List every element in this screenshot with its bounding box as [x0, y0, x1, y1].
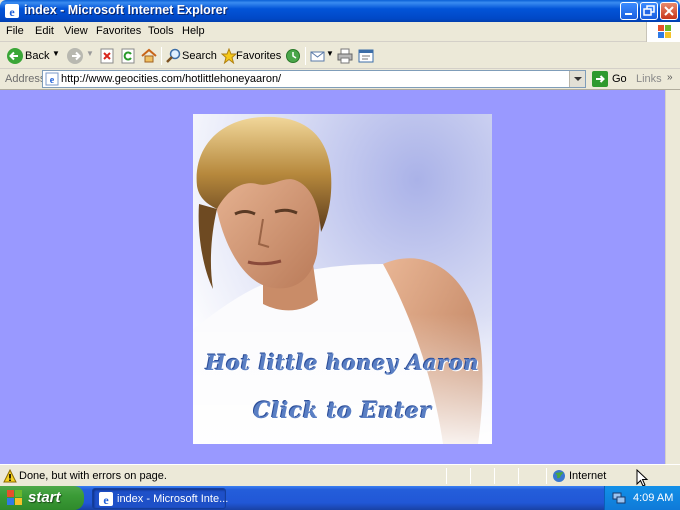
- history-icon: [286, 49, 300, 63]
- enter-banner-image[interactable]: Hot little honey Aaron Click to Enter: [193, 114, 492, 444]
- enter-link[interactable]: Click to Enter: [193, 398, 492, 424]
- chevron-down-icon[interactable]: ▼: [86, 49, 94, 58]
- address-bar: Address e http://www.geocities.com/hotli…: [0, 69, 680, 90]
- toolbar-separator: [161, 47, 162, 65]
- back-arrow-icon: [7, 48, 23, 64]
- windows-flag-icon: [7, 490, 22, 505]
- portrait-photo: [193, 114, 492, 444]
- status-separator: [446, 468, 447, 484]
- search-label: Search: [182, 50, 217, 62]
- status-separator: [546, 468, 547, 484]
- svg-text:e: e: [103, 493, 109, 507]
- menu-tools[interactable]: Tools: [148, 25, 174, 37]
- status-separator: [494, 468, 495, 484]
- globe-icon: [553, 470, 565, 482]
- mail-button[interactable]: ▼: [309, 46, 334, 66]
- ie-icon: e: [5, 4, 19, 19]
- edit-page-icon: [358, 49, 374, 63]
- address-dropdown[interactable]: [569, 71, 585, 87]
- svg-text:e: e: [50, 75, 55, 86]
- mouse-cursor-icon: [636, 469, 649, 487]
- search-button[interactable]: Search: [165, 46, 217, 66]
- windows-logo: [646, 22, 680, 42]
- warning-icon[interactable]: [3, 469, 17, 483]
- vertical-scrollbar[interactable]: [665, 90, 680, 464]
- favorites-button[interactable]: Favorites: [220, 46, 282, 66]
- forward-button[interactable]: ▼: [64, 46, 94, 66]
- go-button[interactable]: Go: [592, 71, 632, 89]
- status-bar: Done, but with errors on page. Internet: [0, 464, 680, 487]
- title-bar: e index - Microsoft Internet Explorer: [0, 0, 680, 22]
- menu-bar: File Edit View Favorites Tools Help: [0, 22, 680, 42]
- go-label: Go: [612, 73, 627, 85]
- start-label: start: [28, 489, 61, 506]
- edit-page-button[interactable]: [357, 46, 375, 66]
- start-button[interactable]: start: [0, 486, 84, 510]
- chevron-down-icon[interactable]: ▼: [326, 49, 334, 58]
- page-icon: e: [45, 72, 59, 86]
- printer-icon: [337, 48, 353, 64]
- security-zone: Internet: [569, 470, 607, 482]
- favorites-label: Favorites: [236, 50, 282, 62]
- home-button[interactable]: [140, 46, 158, 66]
- menu-view[interactable]: View: [64, 25, 88, 37]
- ie-icon: e: [99, 492, 113, 507]
- minimize-button[interactable]: [620, 2, 638, 20]
- clock[interactable]: 4:09 AM: [633, 492, 673, 504]
- mail-icon: [310, 51, 325, 62]
- menu-favorites[interactable]: Favorites: [96, 25, 141, 37]
- go-arrow-icon: [592, 71, 608, 87]
- status-separator: [518, 468, 519, 484]
- toolbar-separator: [305, 47, 306, 65]
- minimize-icon: [625, 13, 632, 15]
- svg-text:e: e: [9, 5, 15, 19]
- standard-toolbar: Back ▼ ▼ Search Favorites ▼: [0, 43, 680, 69]
- taskbar-item-label: index - Microsoft Inte...: [117, 493, 229, 505]
- menu-help[interactable]: Help: [182, 25, 205, 37]
- windows-flag-icon: [658, 25, 671, 38]
- taskbar-ie-window[interactable]: e index - Microsoft Inte...: [92, 488, 229, 509]
- refresh-button[interactable]: [119, 46, 137, 66]
- close-icon: [664, 6, 674, 16]
- star-icon: [221, 48, 237, 64]
- maximize-button[interactable]: [640, 2, 658, 20]
- status-separator: [470, 468, 471, 484]
- menu-file[interactable]: File: [6, 25, 24, 37]
- stop-button[interactable]: [98, 46, 116, 66]
- status-text: Done, but with errors on page.: [19, 470, 167, 482]
- banner-title: Hot little honey Aaron: [205, 350, 480, 375]
- chevron-right-icon[interactable]: »: [667, 72, 673, 83]
- search-icon: [166, 48, 181, 63]
- forward-arrow-icon: [67, 48, 83, 64]
- system-tray: 4:09 AM: [604, 486, 680, 510]
- history-button[interactable]: [284, 46, 302, 66]
- print-button[interactable]: [336, 46, 354, 66]
- refresh-icon: [121, 48, 135, 64]
- restore-icon: [643, 5, 655, 16]
- address-input[interactable]: e http://www.geocities.com/hotlittlehone…: [42, 70, 586, 88]
- address-url: http://www.geocities.com/hotlittlehoneya…: [61, 73, 282, 85]
- window-title: index - Microsoft Internet Explorer: [24, 3, 228, 17]
- close-button[interactable]: [660, 2, 678, 20]
- taskbar: start e index - Microsoft Inte... 4:09 A…: [0, 486, 680, 510]
- chevron-down-icon: [574, 77, 582, 81]
- menu-edit[interactable]: Edit: [35, 25, 54, 37]
- home-icon: [141, 48, 157, 63]
- links-button[interactable]: Links: [636, 73, 662, 85]
- page-viewport: Hot little honey Aaron Click to Enter: [0, 90, 665, 464]
- back-button[interactable]: Back ▼: [4, 46, 62, 66]
- address-label: Address: [5, 73, 46, 85]
- back-label: Back: [25, 50, 50, 62]
- stop-icon: [100, 48, 114, 64]
- network-icon[interactable]: [611, 490, 627, 506]
- chevron-down-icon[interactable]: ▼: [52, 49, 60, 58]
